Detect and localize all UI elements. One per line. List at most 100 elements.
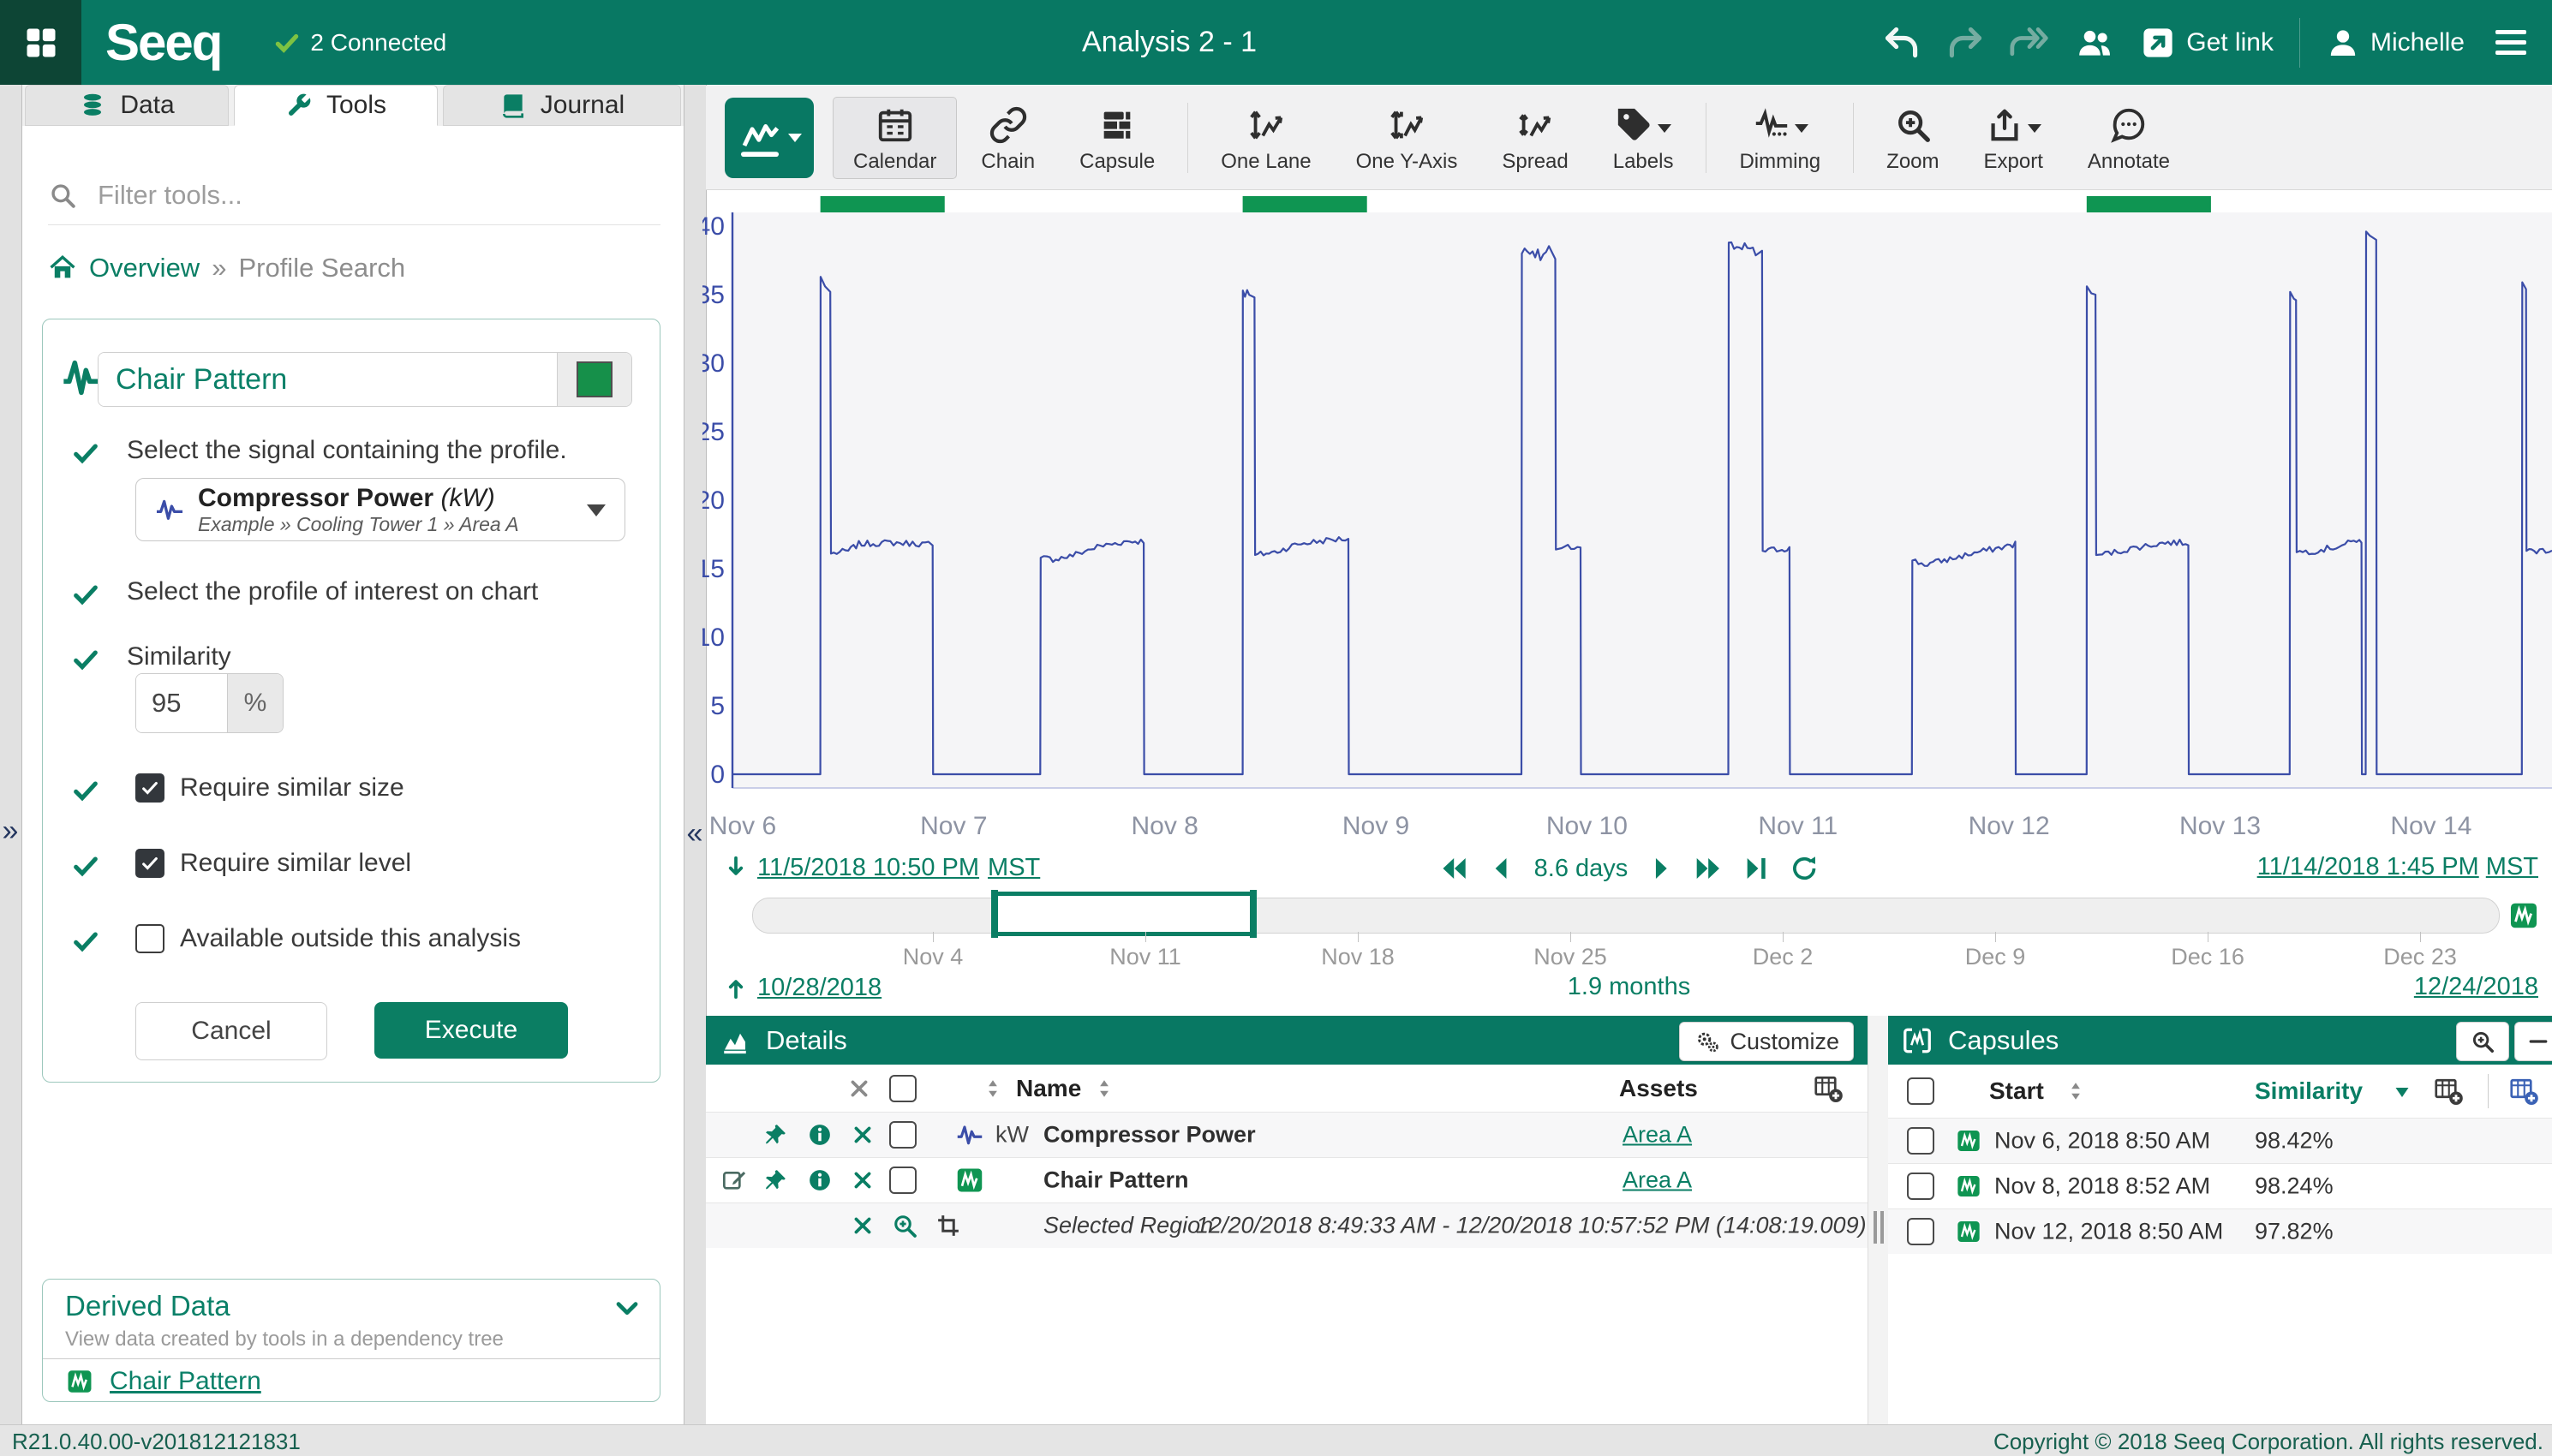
toolbar-button-dimming[interactable]: Dimming — [1718, 97, 1841, 179]
sort-icon[interactable] — [982, 1077, 1004, 1100]
column-similarity[interactable]: Similarity — [2255, 1077, 2363, 1105]
execute-button[interactable]: Execute — [374, 1002, 568, 1059]
remove-icon[interactable] — [852, 1214, 874, 1237]
filter-tools-input[interactable] — [96, 179, 528, 212]
trend-chart[interactable]: 0510152025303540Nov 6Nov 7Nov 8Nov 9Nov … — [702, 190, 2552, 848]
toolbar-button-export[interactable]: Export — [1963, 97, 2064, 179]
expand-left-panel-handle[interactable]: » — [1, 815, 20, 848]
require-similar-size-checkbox[interactable] — [135, 773, 164, 803]
investigate-duration[interactable]: 1.9 months — [1568, 973, 1690, 1001]
step-forward-button[interactable] — [1645, 853, 1676, 884]
range-start-date[interactable]: 11/5/2018 10:50 PM — [757, 854, 979, 882]
details-row-chair-pattern[interactable]: Chair Pattern Area A — [706, 1157, 1868, 1202]
row-name[interactable]: Compressor Power — [1043, 1122, 1256, 1149]
add-stat-column-icon[interactable] — [2508, 1076, 2539, 1107]
view-mode-dropdown[interactable] — [725, 98, 814, 178]
asset-link[interactable]: Area A — [1623, 1122, 1692, 1149]
column-name[interactable]: Name — [1016, 1075, 1081, 1102]
derived-data-item[interactable]: Chair Pattern — [65, 1367, 261, 1396]
step-back-button[interactable] — [1486, 853, 1517, 884]
tab-journal[interactable]: Journal — [443, 85, 681, 126]
toolbar-button-annotate[interactable]: Annotate — [2067, 97, 2190, 179]
timeline-selected-window[interactable] — [993, 892, 1254, 936]
tool-name-input[interactable] — [99, 353, 557, 406]
info-icon[interactable] — [807, 1167, 833, 1193]
color-picker-button[interactable] — [557, 353, 631, 406]
select-all-checkbox[interactable] — [889, 1075, 917, 1102]
zoom-to-region-icon[interactable] — [891, 1212, 918, 1239]
toolbar-button-calendar[interactable]: Calendar — [833, 97, 957, 179]
users-icon[interactable] — [2075, 24, 2114, 62]
info-icon[interactable] — [807, 1122, 833, 1148]
zoom-to-capsule-button[interactable] — [2456, 1022, 2509, 1061]
toolbar-button-zoom[interactable]: Zoom — [1866, 97, 1959, 179]
require-similar-level-checkbox[interactable] — [135, 849, 164, 878]
row-checkbox[interactable] — [1907, 1218, 1934, 1245]
toolbar-button-one-y-axis[interactable]: One Y-Axis — [1336, 97, 1479, 179]
tab-tools[interactable]: Tools — [234, 85, 438, 126]
collapse-panel-button[interactable] — [2514, 1022, 2552, 1061]
pin-icon[interactable] — [762, 1122, 788, 1148]
details-row-compressor-power[interactable]: kW Compressor Power Area A — [706, 1112, 1868, 1157]
toolbar-button-labels[interactable]: Labels — [1593, 97, 1694, 179]
range-end-date[interactable]: 11/14/2018 1:45 PM — [2257, 853, 2479, 881]
capsule-bar[interactable] — [2087, 196, 2211, 212]
available-outside-checkbox[interactable] — [135, 924, 164, 953]
connection-status[interactable]: 2 Connected — [274, 29, 446, 57]
customize-button[interactable]: Customize — [1679, 1022, 1854, 1061]
get-link-button[interactable]: Get link — [2140, 25, 2274, 61]
pin-icon[interactable] — [762, 1167, 788, 1193]
toolbar-button-spread[interactable]: Spread — [1481, 97, 1588, 179]
capsule-row[interactable]: Nov 8, 2018 8:52 AM 98.24% — [1888, 1163, 2552, 1208]
select-all-checkbox[interactable] — [1907, 1077, 1934, 1105]
asset-link[interactable]: Area A — [1623, 1167, 1692, 1194]
auto-update-button[interactable] — [1789, 853, 1820, 884]
range-end-tz[interactable]: MST — [2486, 853, 2538, 881]
capsule-bar[interactable] — [821, 196, 945, 212]
capsule-icon[interactable] — [2507, 899, 2540, 932]
step-back-fast-button[interactable] — [1438, 853, 1469, 884]
breadcrumb-overview[interactable]: Overview — [89, 253, 200, 283]
edit-icon[interactable] — [721, 1167, 749, 1194]
similarity-input[interactable] — [136, 674, 227, 732]
hamburger-menu-button[interactable] — [2490, 27, 2531, 58]
capsule-row[interactable]: Nov 6, 2018 8:50 AM 98.42% — [1888, 1118, 2552, 1163]
capsule-row[interactable]: Nov 12, 2018 8:50 AM 97.82% — [1888, 1208, 2552, 1254]
investigate-start-date[interactable]: 10/28/2018 — [757, 974, 882, 1002]
collapse-sidebar-handle[interactable]: « — [685, 817, 704, 850]
arrow-up-icon[interactable] — [723, 973, 749, 1002]
crop-icon[interactable] — [935, 1213, 961, 1238]
investigate-end-date[interactable]: 12/24/2018 — [2414, 973, 2538, 1001]
column-start[interactable]: Start — [1989, 1077, 2044, 1105]
home-icon[interactable] — [48, 254, 77, 283]
remove-icon[interactable] — [852, 1169, 874, 1191]
step-to-end-button[interactable] — [1741, 853, 1772, 884]
user-menu[interactable]: Michelle — [2326, 26, 2465, 60]
range-start-tz[interactable]: MST — [988, 854, 1040, 882]
signal-select-dropdown[interactable]: Compressor Power (kW) Example » Cooling … — [135, 478, 625, 541]
toolbar-button-one-lane[interactable]: One Lane — [1200, 97, 1331, 179]
add-column-icon[interactable] — [1813, 1073, 1844, 1104]
redo-all-button[interactable] — [2010, 24, 2049, 62]
undo-button[interactable] — [1883, 24, 1921, 62]
step-forward-fast-button[interactable] — [1693, 853, 1724, 884]
panel-splitter[interactable] — [1868, 1016, 1890, 1424]
sort-icon[interactable] — [1093, 1077, 1115, 1100]
remove-icon[interactable] — [852, 1124, 874, 1146]
timeline-track[interactable] — [752, 898, 2500, 934]
column-assets[interactable]: Assets — [1619, 1075, 1698, 1102]
capsule-bar[interactable] — [1243, 196, 1367, 212]
details-row-selected-region[interactable]: Selected Region 12/20/2018 8:49:33 AM - … — [706, 1202, 1868, 1248]
arrow-down-icon[interactable] — [723, 853, 749, 882]
cancel-button[interactable]: Cancel — [135, 1002, 327, 1060]
row-checkbox[interactable] — [889, 1167, 917, 1194]
row-checkbox[interactable] — [889, 1121, 917, 1149]
chevron-down-icon[interactable] — [613, 1295, 641, 1322]
row-name[interactable]: Chair Pattern — [1043, 1167, 1189, 1194]
tab-data[interactable]: Data — [25, 85, 229, 126]
toolbar-button-capsule[interactable]: Capsule — [1059, 97, 1175, 179]
sort-icon[interactable] — [2065, 1080, 2087, 1102]
remove-all-icon[interactable] — [848, 1077, 870, 1100]
row-checkbox[interactable] — [1907, 1173, 1934, 1200]
app-grid-button[interactable] — [0, 0, 81, 85]
